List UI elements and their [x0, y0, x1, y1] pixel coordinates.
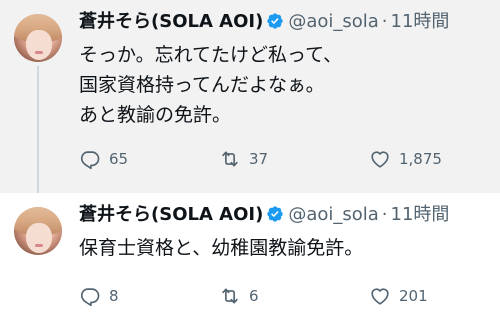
- display-name[interactable]: 蒼井そら(SOLA AOI): [79, 204, 263, 225]
- retweet-button[interactable]: 6: [219, 283, 259, 309]
- like-icon: [371, 151, 389, 168]
- avatar-face: [26, 30, 52, 60]
- separator: ·: [381, 11, 388, 32]
- handle[interactable]: @aoi_sola: [288, 11, 378, 32]
- avatar-lip: [35, 244, 43, 247]
- timestamp[interactable]: 11時間: [391, 204, 450, 225]
- avatar-face: [26, 223, 52, 253]
- verified-badge-icon: [266, 205, 284, 223]
- verified-badge-icon: [266, 12, 284, 30]
- reply-icon: [80, 288, 100, 307]
- like-count: 1,875: [399, 150, 442, 168]
- like-count: 201: [399, 287, 428, 305]
- tweet-text: 保育士資格と、幼稚園教諭免許。: [79, 237, 364, 259]
- action-bar: 8 6 201: [79, 283, 479, 309]
- retweet-icon: [222, 151, 238, 167]
- retweet-icon: [222, 288, 238, 304]
- retweet-count: 37: [249, 150, 269, 168]
- tweet-1[interactable]: 蒼井そら(SOLA AOI) @aoi_sola · 11時間 そっか。忘れてたけど私…: [0, 0, 500, 193]
- reply-count: 8: [109, 287, 119, 305]
- reply-icon: [80, 151, 100, 170]
- reply-button[interactable]: 8: [79, 283, 119, 309]
- handle[interactable]: @aoi_sola: [288, 204, 378, 225]
- avatar[interactable]: [14, 14, 62, 62]
- like-button[interactable]: 1,875: [369, 146, 442, 172]
- tweet-header: 蒼井そら(SOLA AOI) @aoi_sola · 11時間: [79, 10, 449, 34]
- tweet-text: そっか。忘れてたけど私って、 国家資格持ってんだよなぁ。 あと教諭の免許。: [79, 44, 343, 126]
- tweet-header: 蒼井そら(SOLA AOI) @aoi_sola · 11時間: [79, 203, 449, 227]
- reply-count: 65: [109, 150, 129, 168]
- thread-line: [37, 66, 39, 193]
- action-bar: 65 37 1,875: [79, 146, 479, 172]
- tweet-2[interactable]: 蒼井そら(SOLA AOI) @aoi_sola · 11時間 保育士資格と、幼稚園教…: [0, 193, 500, 316]
- retweet-count: 6: [249, 287, 259, 305]
- retweet-button[interactable]: 37: [219, 146, 268, 172]
- like-button[interactable]: 201: [369, 283, 428, 309]
- display-name[interactable]: 蒼井そら(SOLA AOI): [79, 11, 263, 32]
- separator: ·: [381, 204, 388, 225]
- avatar-lip: [35, 51, 43, 54]
- reply-button[interactable]: 65: [79, 146, 128, 172]
- like-icon: [371, 288, 389, 305]
- timestamp[interactable]: 11時間: [391, 11, 450, 32]
- avatar[interactable]: [14, 207, 62, 255]
